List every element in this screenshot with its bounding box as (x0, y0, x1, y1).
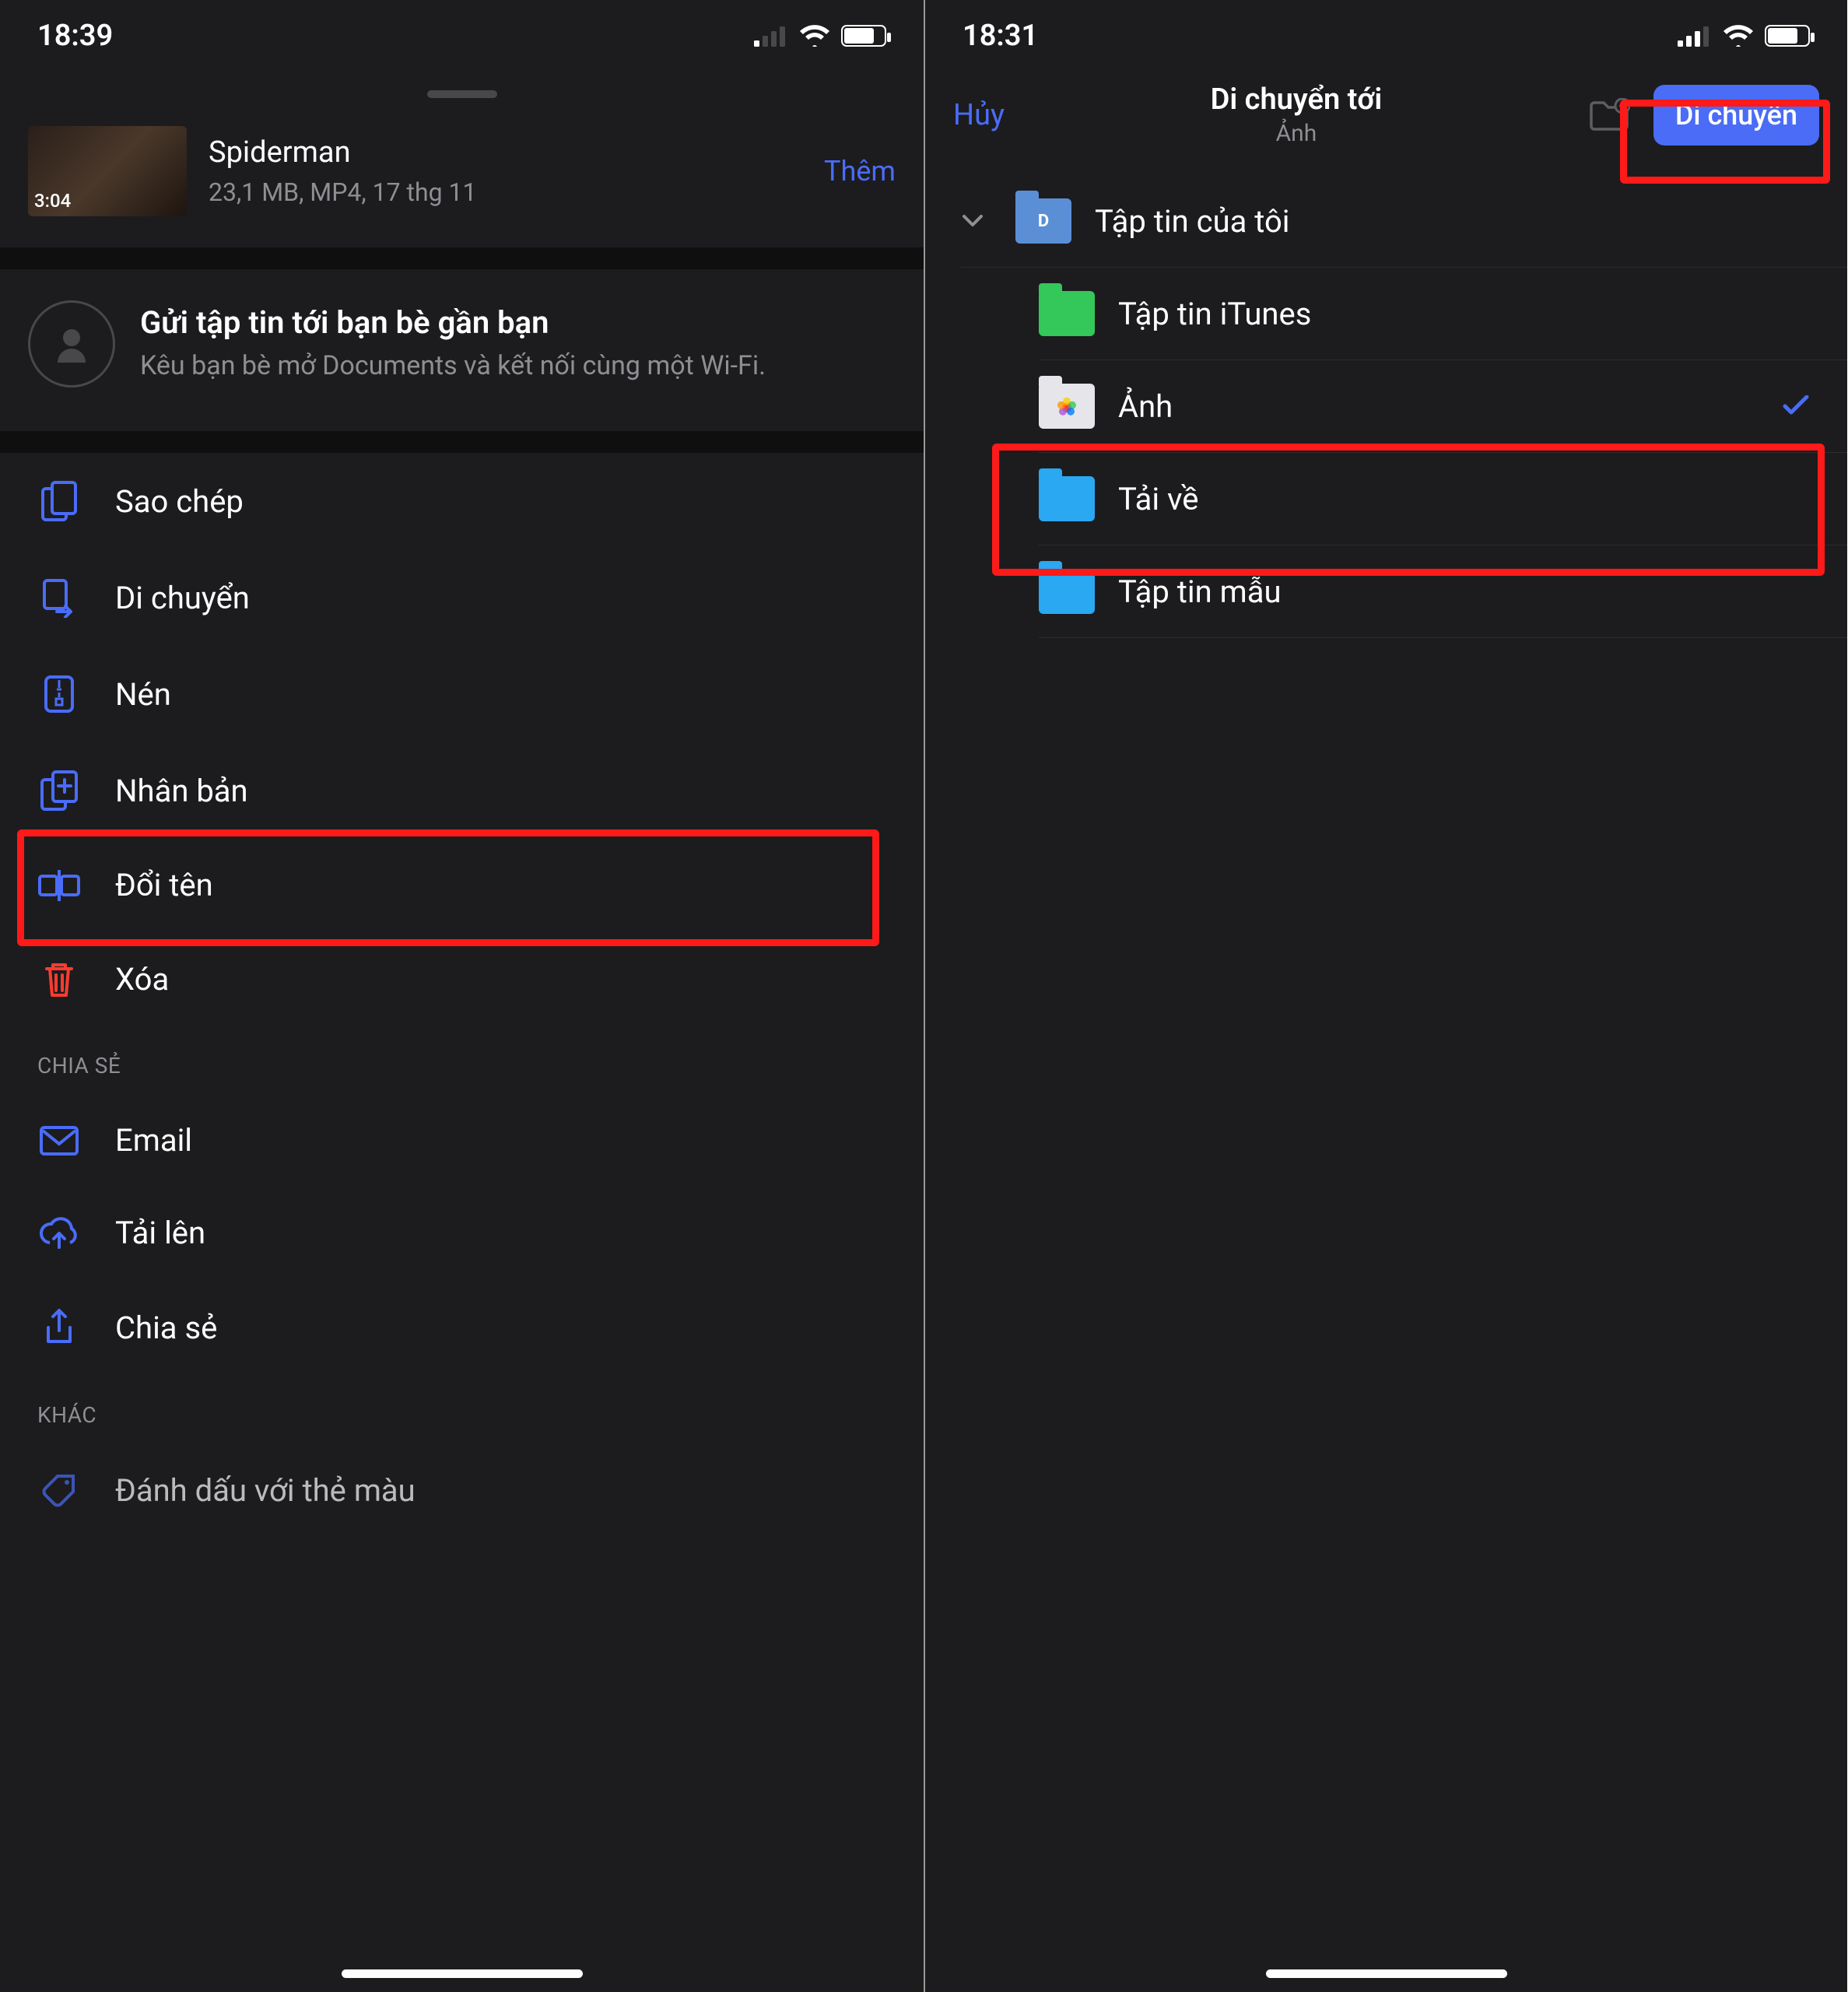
wifi-icon (1723, 25, 1754, 47)
duplicate-icon (37, 770, 81, 811)
share-icon (37, 1307, 81, 1348)
status-bar: 18:31 (925, 0, 1847, 61)
action-label: Tải lên (115, 1215, 205, 1251)
nav-title-group: Di chuyển tới Ảnh (1211, 82, 1383, 147)
section-other-label: KHÁC (0, 1376, 924, 1443)
action-move[interactable]: Di chuyển (0, 549, 924, 646)
chevron-down-icon (961, 213, 992, 229)
action-upload[interactable]: Tải lên (0, 1187, 924, 1279)
email-icon (37, 1125, 81, 1156)
battery-icon (1765, 25, 1810, 47)
file-title: Spiderman (209, 135, 802, 170)
action-email[interactable]: Email (0, 1094, 924, 1187)
nav-title: Di chuyển tới (1211, 82, 1383, 117)
action-share[interactable]: Chia sẻ (0, 1279, 924, 1376)
action-tag[interactable]: Đánh dấu với thẻ màu (0, 1443, 924, 1537)
action-label: Email (115, 1122, 192, 1159)
phone-right-move-destination: 18:31 Hủy Di chuyển tới Ảnh Di chuyển (924, 0, 1847, 1992)
file-header: 3:04 Spiderman 23,1 MB, MP4, 17 thg 11 T… (0, 112, 924, 247)
folder-label: Tập tin của tôi (1095, 203, 1290, 240)
phone-left-actions-sheet: 18:39 3:04 Spiderman 23,1 MB, MP4, 17 th… (0, 0, 924, 1992)
rename-icon (37, 868, 81, 903)
action-duplicate[interactable]: Nhân bản (0, 742, 924, 839)
action-compress[interactable]: Nén (0, 646, 924, 742)
avatar-placeholder-icon (28, 300, 115, 388)
action-label: Đánh dấu với thẻ màu (115, 1472, 416, 1509)
home-indicator[interactable] (342, 1969, 583, 1978)
sheet-handle[interactable] (427, 90, 497, 98)
folder-label: Tải về (1118, 481, 1198, 517)
tree-item-itunes[interactable]: Tập tin iTunes (925, 268, 1847, 359)
wifi-icon (799, 25, 830, 47)
nav-subtitle: Ảnh (1211, 120, 1383, 147)
nav-bar: Hủy Di chuyển tới Ảnh Di chuyển (925, 61, 1847, 166)
tree-item-samples[interactable]: Tập tin mẫu (925, 545, 1847, 637)
cancel-button[interactable]: Hủy (953, 98, 1005, 132)
file-subtitle: 23,1 MB, MP4, 17 thg 11 (209, 177, 802, 207)
clock: 18:31 (963, 19, 1038, 53)
folder-blue-icon (1039, 476, 1095, 521)
share-nearby-card[interactable]: Gửi tập tin tới bạn bè gần bạn Kêu bạn b… (0, 269, 924, 431)
tree-root-my-files[interactable]: D Tập tin của tôi (925, 175, 1847, 267)
clock: 18:39 (37, 19, 113, 53)
video-duration: 3:04 (34, 190, 71, 212)
share-nearby-title: Gửi tập tin tới bạn bè gần bạn (140, 304, 766, 341)
action-label: Chia sẻ (115, 1310, 217, 1346)
status-icons (1678, 25, 1810, 47)
home-indicator[interactable] (1266, 1969, 1507, 1978)
folder-label: Ảnh (1118, 388, 1173, 425)
tree-item-photos[interactable]: Ảnh (925, 360, 1847, 452)
checkmark-icon (1782, 395, 1810, 417)
action-label: Nén (115, 676, 171, 713)
action-label: Di chuyển (115, 580, 250, 616)
folder-tree: D Tập tin của tôi Tập tin iTunes Ảnh (925, 166, 1847, 638)
folder-icon: D (1015, 198, 1071, 244)
section-share-label: CHIA SẺ (0, 1026, 924, 1094)
action-label: Sao chép (115, 483, 244, 520)
zip-icon (37, 674, 81, 714)
battery-icon (841, 25, 886, 47)
folder-label: Tập tin iTunes (1118, 296, 1311, 332)
copy-icon (37, 481, 81, 521)
folder-blue-icon (1039, 569, 1095, 614)
folder-photos-icon (1039, 384, 1095, 429)
folder-green-icon (1039, 291, 1095, 336)
folder-label: Tập tin mẫu (1118, 573, 1282, 610)
cloud-upload-icon (37, 1216, 81, 1250)
action-label: Đổi tên (115, 867, 213, 903)
actions-list: Sao chép Di chuyển Nén (0, 453, 924, 1537)
share-nearby-subtitle: Kêu bạn bè mở Documents và kết nối cùng … (140, 349, 766, 384)
trash-icon (37, 959, 81, 998)
action-delete[interactable]: Xóa (0, 931, 924, 1026)
action-rename[interactable]: Đổi tên (0, 839, 924, 931)
tree-item-downloads[interactable]: Tải về (925, 453, 1847, 545)
action-copy[interactable]: Sao chép (0, 453, 924, 549)
cellular-icon (754, 25, 788, 47)
action-label: Xóa (115, 961, 169, 998)
cellular-icon (1678, 25, 1712, 47)
more-button[interactable]: Thêm (824, 155, 896, 188)
video-thumbnail[interactable]: 3:04 (28, 126, 187, 216)
move-button[interactable]: Di chuyển (1653, 85, 1819, 146)
move-icon (37, 577, 81, 618)
status-bar: 18:39 (0, 0, 924, 61)
tag-icon (37, 1471, 81, 1509)
action-sheet: 3:04 Spiderman 23,1 MB, MP4, 17 thg 11 T… (0, 90, 924, 1537)
status-icons (754, 25, 886, 47)
new-folder-icon[interactable] (1588, 98, 1630, 132)
action-label: Nhân bản (115, 773, 248, 809)
